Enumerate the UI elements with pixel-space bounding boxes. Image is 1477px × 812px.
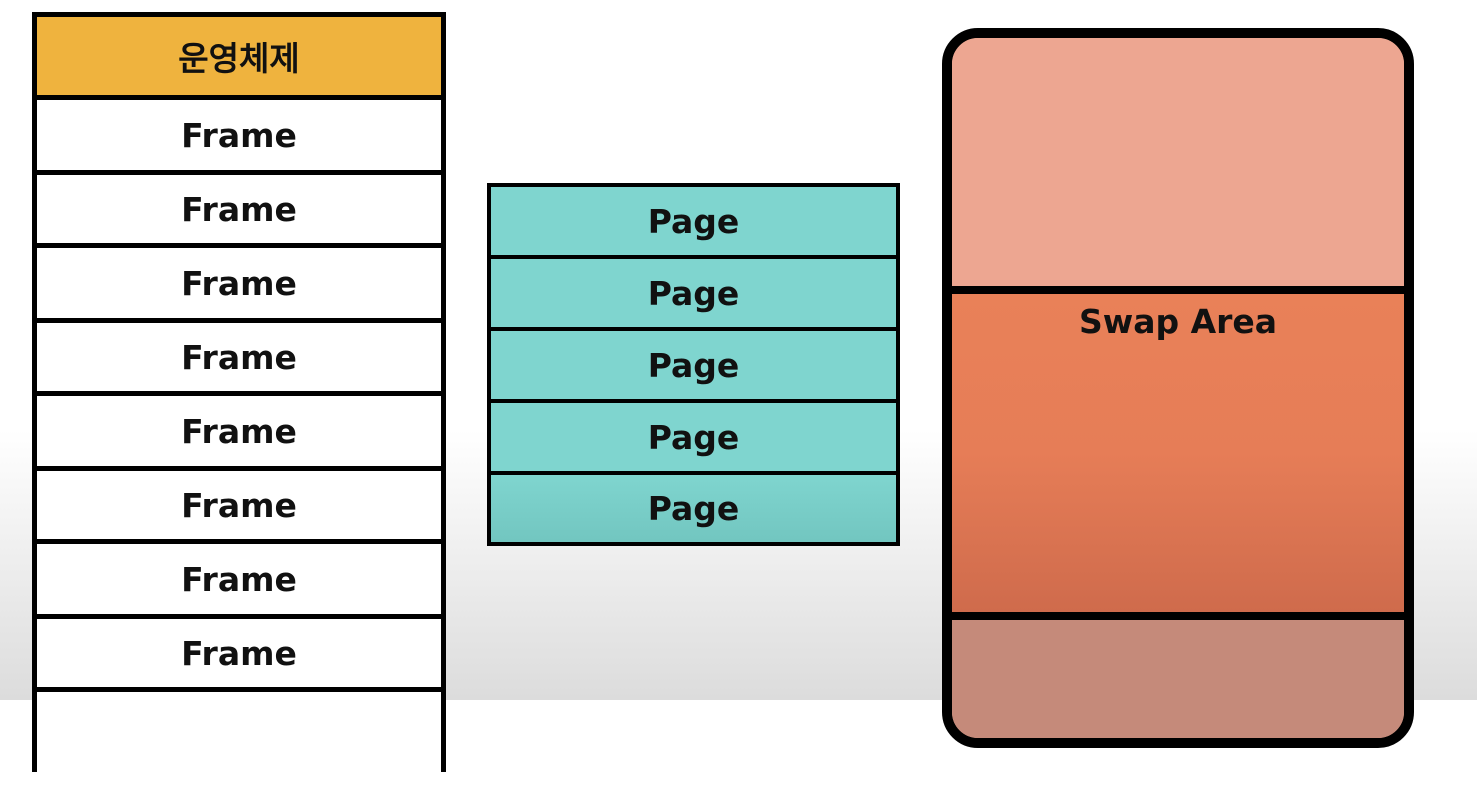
frame: Frame [37, 544, 441, 619]
page: Page [491, 475, 896, 542]
swap-area-label: Swap Area [1078, 302, 1278, 341]
disk: Swap Area [942, 28, 1414, 748]
physical-memory: 운영체제 Frame Frame Frame Frame Frame Frame… [32, 12, 446, 772]
disk-region-bottom [952, 620, 1404, 738]
process-pages: Page Page Page Page Page [487, 183, 900, 546]
frame: Frame [37, 100, 441, 175]
page: Page [491, 331, 896, 403]
memory-paging-diagram: 운영체제 Frame Frame Frame Frame Frame Frame… [0, 0, 1477, 772]
swap-area: Swap Area [952, 286, 1404, 620]
frame: Frame [37, 619, 441, 692]
page: Page [491, 259, 896, 331]
frame: Frame [37, 323, 441, 396]
page: Page [491, 187, 896, 259]
frame: Frame [37, 248, 441, 323]
frame: Frame [37, 471, 441, 544]
frame: Frame [37, 396, 441, 471]
disk-region-top [952, 38, 1404, 286]
page: Page [491, 403, 896, 475]
frame: Frame [37, 175, 441, 248]
frame-partial [37, 692, 441, 812]
os-region: 운영체제 [37, 17, 441, 100]
